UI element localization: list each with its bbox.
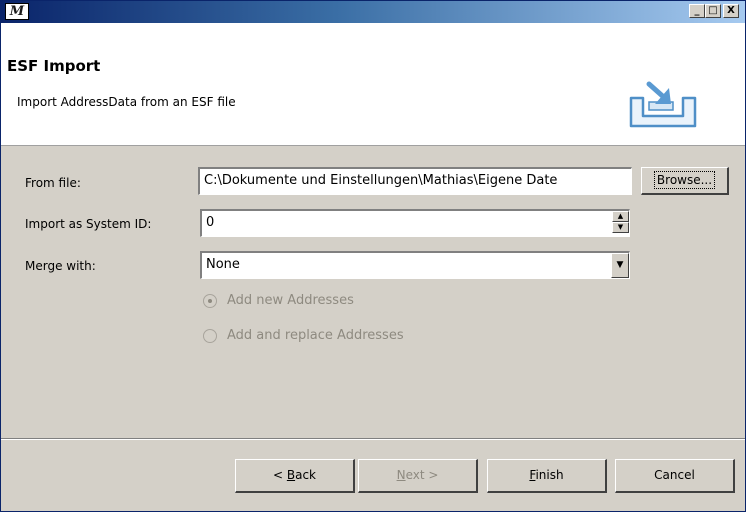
back-button[interactable]: < Back [235, 459, 355, 493]
system-id-value: 0 [206, 215, 215, 230]
system-id-spinner[interactable]: 0 ▲ ▼ [200, 209, 630, 237]
from-file-value: C:\Dokumente und Einstellungen\Mathias\E… [204, 173, 558, 188]
footer-divider [1, 438, 745, 440]
maximize-button[interactable]: □ [705, 4, 721, 18]
esf-import-dialog: M _ □ X ESF Import Import AddressData fr… [0, 0, 746, 512]
merge-with-label: Merge with: [25, 259, 96, 273]
import-tray-icon [629, 81, 697, 128]
radio-add-replace-indicator [203, 329, 217, 343]
title-bar[interactable]: M _ □ X [1, 1, 745, 23]
page-title: ESF Import [7, 57, 101, 75]
from-file-input[interactable]: C:\Dokumente und Einstellungen\Mathias\E… [198, 167, 632, 195]
system-id-label: Import as System ID: [25, 217, 152, 231]
finish-button[interactable]: Finish [487, 459, 607, 493]
page-description: Import AddressData from an ESF file [17, 95, 236, 109]
merge-with-value: None [206, 257, 240, 272]
cancel-button[interactable]: Cancel [615, 459, 735, 493]
next-button[interactable]: Next > [358, 459, 478, 493]
from-file-label: From file: [25, 176, 81, 190]
wizard-header: ESF Import Import AddressData from an ES… [1, 23, 745, 146]
browse-button[interactable]: Browse... [641, 167, 729, 195]
spinner-down-icon[interactable]: ▼ [612, 222, 629, 233]
chevron-down-icon[interactable]: ▼ [611, 253, 629, 278]
radio-add-new-indicator [203, 294, 217, 308]
merge-with-select[interactable]: None ▼ [200, 251, 630, 279]
close-button[interactable]: X [723, 4, 739, 18]
browse-label: Browse... [653, 171, 716, 189]
spinner-up-icon[interactable]: ▲ [612, 211, 629, 222]
radio-add-new-label: Add new Addresses [227, 293, 354, 308]
minimize-button[interactable]: _ [689, 4, 705, 18]
app-logo-icon: M [5, 3, 29, 20]
radio-add-replace-label: Add and replace Addresses [227, 328, 404, 343]
